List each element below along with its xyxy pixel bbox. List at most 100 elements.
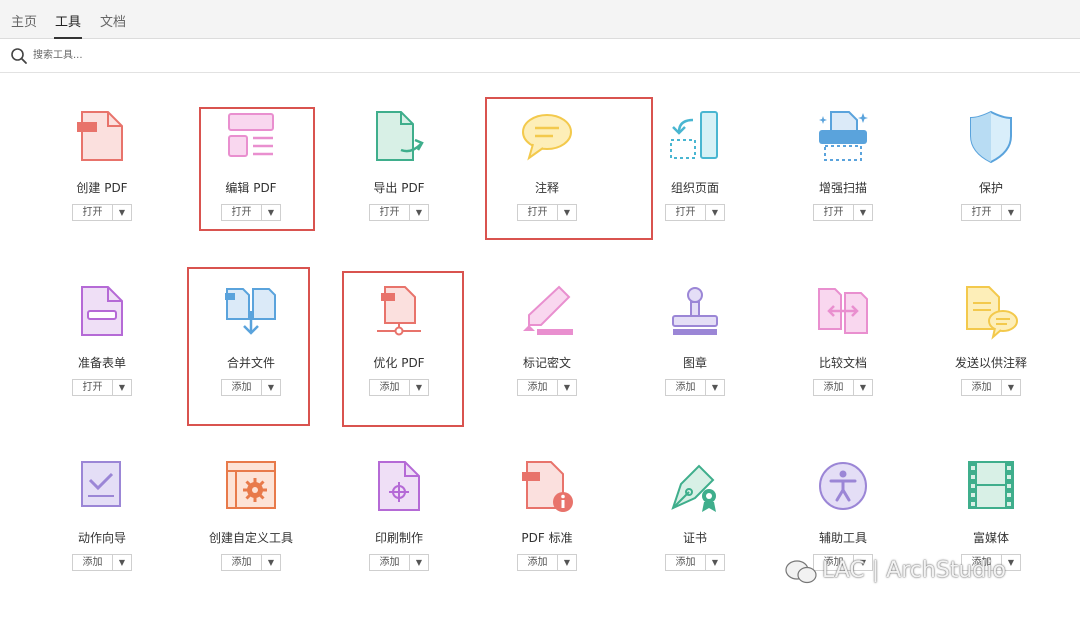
add-button[interactable]: 添加 ▼ — [517, 554, 577, 571]
tool-label: 合并文件 — [226, 356, 275, 370]
tool-label: 证书 — [682, 531, 707, 545]
open-button-label[interactable]: 打开 — [73, 380, 113, 395]
add-button-label[interactable]: 添加 — [962, 380, 1002, 395]
open-button-label[interactable]: 打开 — [814, 205, 854, 220]
add-button[interactable]: 添加 ▼ — [813, 379, 873, 396]
chevron-down-icon[interactable]: ▼ — [410, 380, 428, 395]
tool-prepare-form[interactable]: 准备表单 打开 ▼ — [47, 285, 157, 425]
tool-create-pdf[interactable]: 创建 PDF 打开 ▼ — [47, 110, 157, 250]
tool-combine-files[interactable]: 合并文件 添加 ▼ — [196, 285, 306, 425]
export-pdf-icon — [376, 111, 424, 161]
add-button-label[interactable]: 添加 — [666, 380, 706, 395]
add-button[interactable]: 添加 ▼ — [72, 554, 132, 571]
chevron-down-icon[interactable]: ▼ — [1002, 380, 1020, 395]
add-button[interactable]: 添加 ▼ — [665, 379, 725, 396]
open-button[interactable]: 打开 ▼ — [369, 204, 429, 221]
add-button-label[interactable]: 添加 — [370, 380, 410, 395]
tool-label: 增强扫描 — [818, 181, 867, 195]
tool-label: 创建自定义工具 — [208, 531, 293, 545]
add-button-label[interactable]: 添加 — [814, 380, 854, 395]
open-button[interactable]: 打开 ▼ — [813, 204, 873, 221]
add-button-label[interactable]: 添加 — [518, 380, 558, 395]
open-button-label[interactable]: 打开 — [73, 205, 113, 220]
tool-compare[interactable]: 比较文档 添加 ▼ — [788, 285, 898, 425]
search-input[interactable] — [33, 46, 433, 64]
add-button[interactable]: 添加 ▼ — [221, 554, 281, 571]
tool-stamp[interactable]: 图章 添加 ▼ — [640, 285, 750, 425]
chevron-down-icon[interactable]: ▼ — [262, 555, 280, 570]
chevron-down-icon[interactable]: ▼ — [558, 205, 576, 220]
film-icon — [968, 461, 1014, 509]
chevron-down-icon[interactable]: ▼ — [410, 205, 428, 220]
chevron-down-icon[interactable]: ▼ — [854, 380, 872, 395]
tool-label: 发送以供注释 — [954, 356, 1027, 370]
chevron-down-icon[interactable]: ▼ — [262, 205, 280, 220]
add-button-label[interactable]: 添加 — [370, 555, 410, 570]
open-button-label[interactable]: 打开 — [370, 205, 410, 220]
open-button[interactable]: 打开 ▼ — [665, 204, 725, 221]
send-for-comments-icon — [966, 286, 1018, 340]
open-button-label[interactable]: 打开 — [962, 205, 1002, 220]
accessibility-icon — [819, 462, 867, 510]
chevron-down-icon[interactable]: ▼ — [558, 380, 576, 395]
open-button-label[interactable]: 打开 — [518, 205, 558, 220]
add-button[interactable]: 添加 ▼ — [221, 379, 281, 396]
open-button[interactable]: 打开 ▼ — [961, 204, 1021, 221]
chevron-down-icon[interactable]: ▼ — [706, 380, 724, 395]
chevron-down-icon[interactable]: ▼ — [113, 380, 131, 395]
tool-comment[interactable]: 注释 打开 ▼ — [492, 110, 602, 250]
top-nav-bar: 主页 工具 文档 — [0, 0, 1080, 39]
tool-redact[interactable]: 标记密文 添加 ▼ — [492, 285, 602, 425]
chevron-down-icon[interactable]: ▼ — [113, 555, 131, 570]
tool-action-wizard[interactable]: 动作向导 添加 ▼ — [47, 460, 157, 600]
compare-icon — [818, 288, 868, 334]
open-button-label[interactable]: 打开 — [222, 205, 262, 220]
tool-label: 图章 — [682, 356, 707, 370]
tab-documents[interactable]: 文档 — [100, 11, 126, 30]
add-button[interactable]: 添加 ▼ — [369, 379, 429, 396]
tool-pdf-standards[interactable]: PDF 标准 添加 ▼ — [492, 460, 602, 600]
comment-icon — [522, 114, 572, 161]
tool-send-for-comments[interactable]: 发送以供注释 添加 ▼ — [936, 285, 1046, 425]
chevron-down-icon[interactable]: ▼ — [706, 555, 724, 570]
tool-optimize-pdf[interactable]: 优化 PDF 添加 ▼ — [344, 285, 454, 425]
add-button-label[interactable]: 添加 — [666, 555, 706, 570]
chevron-down-icon[interactable]: ▼ — [113, 205, 131, 220]
certificates-icon — [671, 464, 716, 512]
add-button[interactable]: 添加 ▼ — [517, 379, 577, 396]
edit-pdf-icon — [228, 113, 274, 157]
chevron-down-icon[interactable]: ▼ — [410, 555, 428, 570]
tool-label: 标记密文 — [522, 356, 571, 370]
tool-custom-tool[interactable]: 创建自定义工具 添加 ▼ — [196, 460, 306, 600]
add-button[interactable]: 添加 ▼ — [369, 554, 429, 571]
tool-export-pdf[interactable]: 导出 PDF 打开 ▼ — [344, 110, 454, 250]
tool-organize-pages[interactable]: 组织页面 打开 ▼ — [640, 110, 750, 250]
chevron-down-icon[interactable]: ▼ — [262, 380, 280, 395]
tool-certificates[interactable]: 证书 添加 ▼ — [640, 460, 750, 600]
tool-label: 印刷制作 — [374, 531, 423, 545]
tab-tools[interactable]: 工具 — [53, 11, 83, 39]
chevron-down-icon[interactable]: ▼ — [706, 205, 724, 220]
add-button-label[interactable]: 添加 — [518, 555, 558, 570]
tool-enhance-scan[interactable]: 增强扫描 打开 ▼ — [788, 110, 898, 250]
add-button[interactable]: 添加 ▼ — [665, 554, 725, 571]
chevron-down-icon[interactable]: ▼ — [558, 555, 576, 570]
tab-home[interactable]: 主页 — [11, 11, 37, 30]
open-button[interactable]: 打开 ▼ — [221, 204, 281, 221]
add-button-label[interactable]: 添加 — [222, 555, 262, 570]
tool-label: 创建 PDF — [76, 181, 128, 195]
open-button[interactable]: 打开 ▼ — [72, 379, 132, 396]
stamp-icon — [672, 287, 718, 335]
chevron-down-icon[interactable]: ▼ — [1002, 205, 1020, 220]
action-wizard-icon — [81, 461, 121, 507]
open-button[interactable]: 打开 ▼ — [72, 204, 132, 221]
add-button[interactable]: 添加 ▼ — [961, 379, 1021, 396]
open-button-label[interactable]: 打开 — [666, 205, 706, 220]
add-button-label[interactable]: 添加 — [222, 380, 262, 395]
tool-edit-pdf[interactable]: 编辑 PDF 打开 ▼ — [196, 110, 306, 250]
add-button-label[interactable]: 添加 — [73, 555, 113, 570]
tool-print-production[interactable]: 印刷制作 添加 ▼ — [344, 460, 454, 600]
tool-protect[interactable]: 保护 打开 ▼ — [936, 110, 1046, 250]
open-button[interactable]: 打开 ▼ — [517, 204, 577, 221]
chevron-down-icon[interactable]: ▼ — [854, 205, 872, 220]
